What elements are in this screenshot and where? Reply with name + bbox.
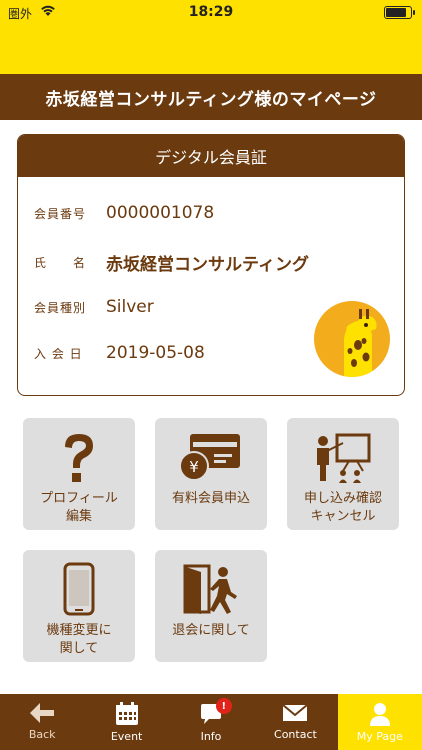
svg-text:¥: ¥ — [189, 458, 199, 476]
paid-membership-label: 有料会員申込 — [171, 491, 250, 506]
application-check-label: 申し込み確認 キャンセル — [303, 491, 382, 524]
tab-event[interactable]: Event — [84, 694, 168, 750]
tab-event-label: Event — [110, 730, 143, 743]
tab-contact-label: Contact — [274, 728, 317, 741]
battery-icon — [384, 6, 415, 19]
smartphone-icon — [63, 562, 95, 616]
exit-door-icon — [183, 564, 237, 614]
member-number-value: 0000001078 — [106, 203, 215, 223]
member-name-row: 氏 名 赤坂経営コンサルティング — [34, 250, 309, 275]
tab-info[interactable]: ! Info — [169, 694, 253, 750]
member-name-value: 赤坂経営コンサルティング — [106, 255, 309, 275]
page-title: 赤坂経営コンサルティング様のマイページ — [0, 74, 422, 120]
application-check-button[interactable]: 申し込み確認 キャンセル — [287, 418, 399, 530]
digital-member-card: デジタル会員証 会員番号 0000001078 氏 名 赤坂経営コンサルティング… — [17, 134, 405, 396]
paid-membership-button[interactable]: ¥ 有料会員申込 — [155, 418, 267, 530]
member-type-row: 会員種別 Silver — [34, 297, 154, 317]
info-badge: ! — [215, 698, 232, 714]
tab-my-page[interactable]: My Page — [337, 694, 422, 750]
giraffe-mascot-icon — [314, 301, 390, 377]
withdrawal-label: 退会に関して — [172, 623, 250, 638]
member-number-row: 会員番号 0000001078 — [34, 203, 214, 223]
tab-my-page-label: My Page — [356, 730, 403, 743]
tab-contact[interactable]: Contact — [253, 694, 337, 750]
question-icon — [65, 434, 93, 482]
member-number-label: 会員番号 — [34, 206, 87, 221]
device-change-label: 機種変更に 関して — [46, 623, 112, 656]
tab-back-label: Back — [28, 728, 56, 741]
profile-edit-button[interactable]: プロフィール 編集 — [23, 418, 135, 530]
tab-info-label: Info — [200, 730, 222, 743]
status-bar: 圏外 18:29 — [0, 0, 422, 24]
card-title: デジタル会員証 — [18, 135, 404, 177]
clock: 18:29 — [188, 4, 234, 20]
profile-edit-label: プロフィール 編集 — [40, 491, 118, 524]
header-band — [0, 24, 422, 74]
user-icon — [369, 703, 390, 726]
presentation-icon — [317, 433, 371, 483]
member-type-value: Silver — [106, 297, 154, 317]
tab-back[interactable]: Back — [0, 694, 84, 750]
join-date-value: 2019-05-08 — [106, 343, 205, 363]
withdrawal-button[interactable]: 退会に関して — [155, 550, 267, 662]
join-date-row: 入 会 日 2019-05-08 — [34, 343, 205, 363]
mail-icon — [282, 704, 309, 721]
back-arrow-icon — [30, 703, 55, 723]
bottom-tab-bar: Back Event ! Info Contact My Page — [0, 694, 422, 750]
member-type-label: 会員種別 — [34, 300, 87, 315]
device-change-button[interactable]: 機種変更に 関して — [23, 550, 135, 662]
yen-card-icon: ¥ — [179, 434, 240, 481]
member-name-label: 氏 名 — [34, 256, 87, 270]
join-date-label: 入 会 日 — [34, 346, 83, 361]
calendar-icon — [115, 702, 138, 725]
